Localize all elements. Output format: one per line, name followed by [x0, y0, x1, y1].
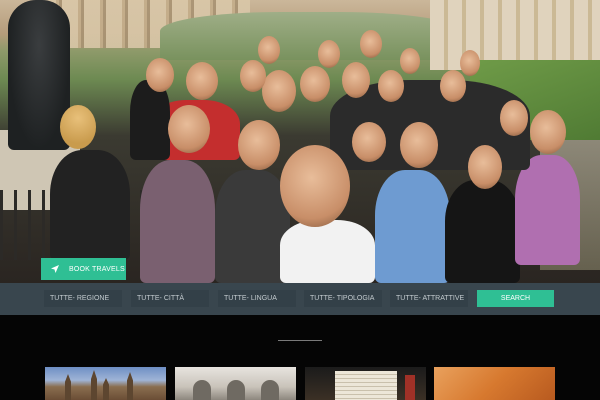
person	[515, 155, 580, 265]
person-head	[360, 30, 382, 58]
city-select-label: TUTTE- CITTÀ	[137, 295, 185, 302]
person-head	[460, 50, 480, 76]
arch	[227, 380, 245, 400]
language-select[interactable]: TUTTE- LINGUA	[218, 290, 296, 307]
stacked-books-thumbnail[interactable]	[305, 367, 426, 400]
person	[140, 160, 215, 283]
person-head	[468, 145, 502, 189]
person-head	[60, 105, 96, 149]
person-head	[342, 62, 370, 98]
language-select-label: TUTTE- LINGUA	[224, 295, 277, 302]
courtyard-arches-thumbnail[interactable]	[175, 367, 296, 400]
person	[50, 150, 130, 260]
spire	[127, 372, 133, 400]
person-head	[300, 66, 330, 102]
arch	[193, 380, 211, 400]
city-select[interactable]: TUTTE- CITTÀ	[131, 290, 209, 307]
spire	[103, 378, 109, 400]
person-head	[262, 70, 296, 112]
type-select-label: TUTTE- TIPOLOGIA	[310, 295, 375, 302]
person-head	[400, 122, 438, 168]
person-head	[186, 62, 218, 100]
person	[280, 220, 375, 283]
person-head	[530, 110, 566, 154]
person-head	[280, 145, 350, 227]
orange-abstract-thumbnail[interactable]	[434, 367, 555, 400]
person-head	[378, 70, 404, 102]
location-arrow-icon	[49, 263, 61, 275]
person	[130, 80, 170, 160]
hero-photo: BOOK TRAVELS	[0, 0, 600, 283]
person	[215, 170, 290, 283]
search-filter-bar: TUTTE- REGIONE TUTTE- CITTÀ TUTTE- LINGU…	[0, 283, 600, 315]
spire	[91, 370, 97, 400]
person-head	[258, 36, 280, 64]
search-button-label: SEARCH	[500, 295, 531, 302]
person	[445, 180, 520, 283]
section-divider	[278, 340, 322, 341]
cathedral-spires-thumbnail[interactable]	[45, 367, 166, 400]
person	[375, 170, 450, 283]
type-select[interactable]: TUTTE- TIPOLOGIA	[304, 290, 382, 307]
person-head	[500, 100, 528, 136]
book-stack	[335, 371, 397, 400]
red-book	[405, 375, 415, 400]
book-travels-label: BOOK TRAVELS	[69, 265, 125, 273]
person-head	[400, 48, 420, 74]
person-head	[440, 70, 466, 102]
person-head	[352, 122, 386, 162]
attractions-select[interactable]: TUTTE- ATTRATTIVE	[390, 290, 468, 307]
region-select[interactable]: TUTTE- REGIONE	[44, 290, 122, 307]
book-travels-button[interactable]: BOOK TRAVELS	[41, 258, 126, 280]
spire	[65, 374, 71, 400]
arch	[261, 380, 279, 400]
person-head	[240, 60, 266, 92]
search-button[interactable]: SEARCH	[477, 290, 554, 307]
region-select-label: TUTTE- REGIONE	[50, 295, 110, 302]
tour-group	[0, 0, 600, 283]
person-head	[168, 105, 210, 153]
person-head	[146, 58, 174, 92]
person-head	[318, 40, 340, 68]
person-head	[238, 120, 280, 170]
attractions-select-label: TUTTE- ATTRATTIVE	[396, 295, 465, 302]
